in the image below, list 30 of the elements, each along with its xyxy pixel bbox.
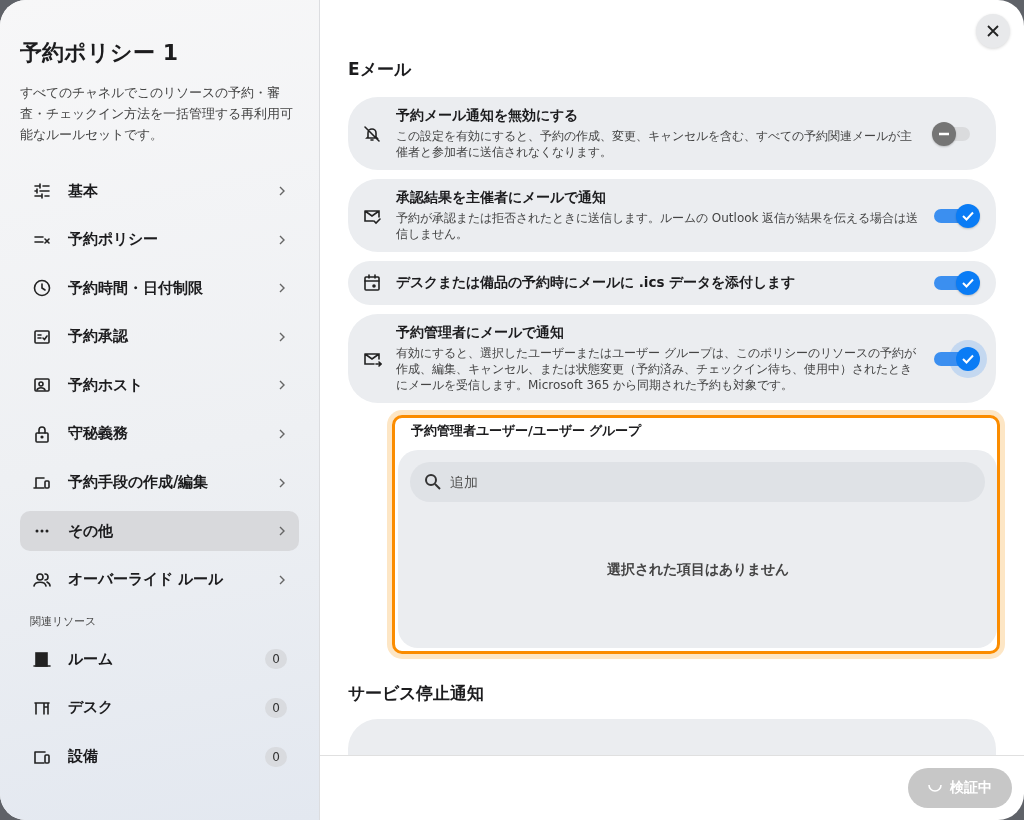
- setting-title: デスクまたは備品の予約時にメールに .ics データを添付します: [396, 274, 797, 292]
- field-label: 予約管理者ユーザー/ユーザー グループ: [411, 422, 643, 440]
- section-label: 関連リソース: [30, 614, 97, 630]
- count-badge: 0: [265, 746, 287, 767]
- resource-item[interactable]: デスク 0: [20, 687, 299, 728]
- nav-item[interactable]: その他: [20, 511, 299, 552]
- panel-description: すべてのチャネルでこのリソースの予約・審査・チェックイン方法を一括管理する再利用可能なルールセットです。: [20, 84, 294, 144]
- section-title: サービス停止通知: [348, 682, 485, 705]
- setting-description: 予約が承認または拒否されたときに送信します。ルームの Outlook 返信が結果を伝える場合は送信しません。: [396, 210, 920, 242]
- nav-item[interactable]: 予約手段の作成/編集: [20, 462, 299, 503]
- nav-item[interactable]: 予約時間・日付制限: [20, 268, 299, 309]
- count-badge: 0: [265, 649, 287, 670]
- nav-item[interactable]: 予約ホスト: [20, 365, 299, 406]
- setting-title: 予約メール通知を無効にする: [396, 107, 579, 125]
- search-field[interactable]: 追加: [410, 462, 985, 502]
- setting-description: この設定を有効にすると、予約の作成、変更、キャンセルを含む、すべての予約関連メールが主催者と参加者に送信されなくなります。: [396, 128, 913, 160]
- nav-item[interactable]: 予約承認: [20, 316, 299, 357]
- setting-description: 有効にすると、選択したユーザーまたはユーザー グループは、このポリシーのリソースの予約が作成、編集、キャンセル、または状態変更（予約済み、チェックイン待ち、使用中）されたときにメールを受信します。Microsoft 365 から同期された予約も対象です。: [396, 345, 917, 393]
- nav-item[interactable]: 予約ポリシー: [20, 219, 299, 260]
- panel-title: 予約ポリシー 1: [20, 39, 179, 67]
- nav-item[interactable]: 基本: [20, 171, 299, 211]
- resource-item[interactable]: ルーム 0: [20, 639, 299, 680]
- count-badge: 0: [265, 697, 287, 718]
- section-title: Eメール: [348, 58, 413, 81]
- resource-item[interactable]: 設備 0: [20, 736, 299, 777]
- nav-item[interactable]: オーバーライド ルール: [20, 559, 299, 600]
- setting-title: 予約管理者にメールで通知: [396, 324, 565, 342]
- nav-item[interactable]: 守秘義務: [20, 413, 299, 454]
- empty-message: 選択された項目はありません: [605, 560, 790, 579]
- setting-title: 承認結果を主催者にメールで通知: [396, 189, 607, 207]
